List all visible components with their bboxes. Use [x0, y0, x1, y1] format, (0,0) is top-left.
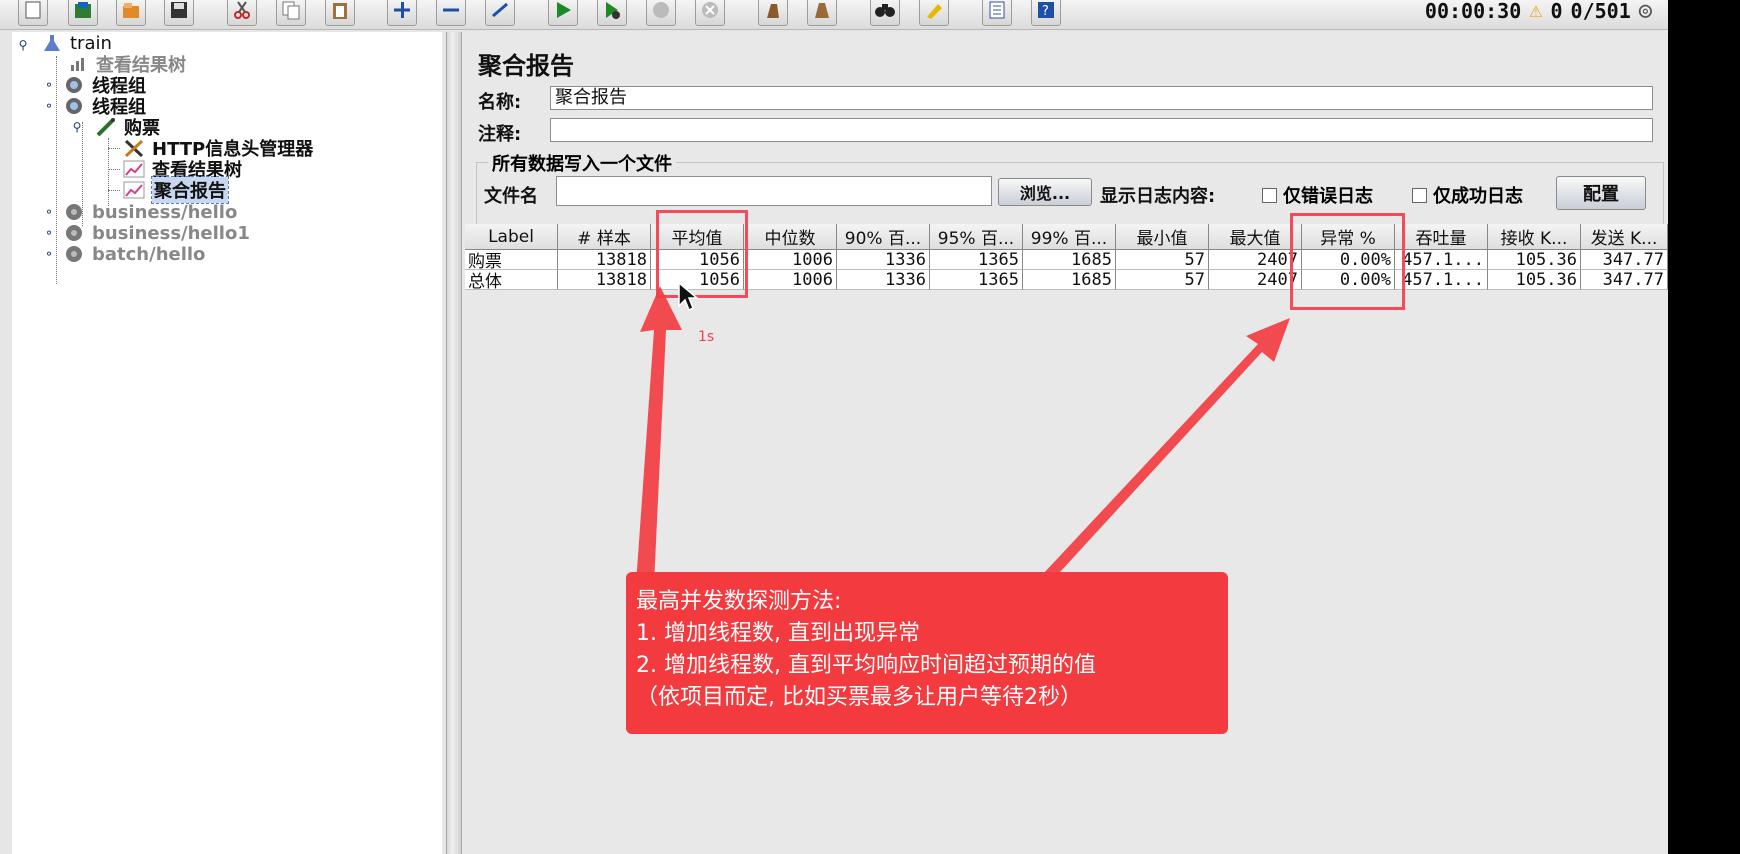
arrow-to-average — [636, 286, 682, 584]
annotation-callout: 最高并发数探测方法: 1. 增加线程数, 直到出现异常 2. 增加线程数, 直到… — [626, 572, 1228, 734]
mouse-cursor-icon — [678, 282, 700, 312]
callout-line: 最高并发数探测方法: — [636, 589, 842, 614]
callout-line: （依项目而定, 比如买票最多让用户等待2秒） — [636, 685, 1082, 710]
jmeter-window: ? 00:00:30 ⚠ 0 0/501 ◎ ⚲ train 查看结果树 ⚬ 线… — [0, 0, 1668, 854]
callout-line: 1. 增加线程数, 直到出现异常 — [636, 621, 920, 646]
callout-line: 2. 增加线程数, 直到平均响应时间超过预期的值 — [636, 653, 1096, 678]
annotation-1s: 1s — [698, 329, 715, 345]
